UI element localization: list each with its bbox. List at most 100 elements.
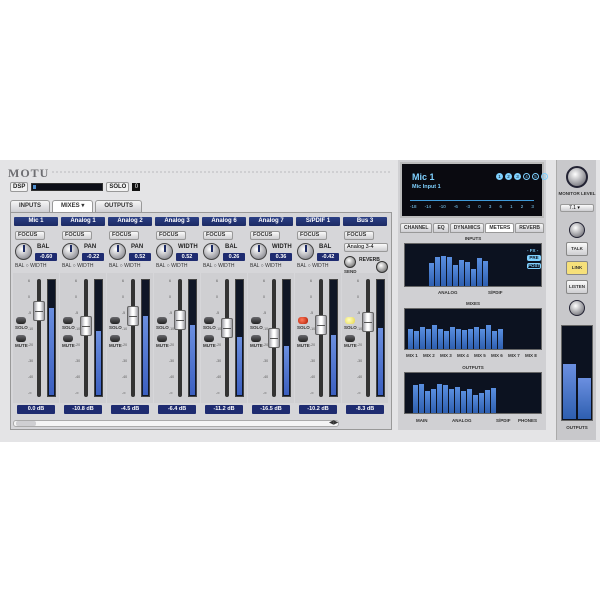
fader-db-value[interactable]: -10.8 dB — [64, 405, 102, 414]
lcd-mix-button[interactable]: 6 — [541, 173, 548, 180]
talkback-knob[interactable] — [569, 222, 585, 238]
radio-width[interactable]: WIDTH — [30, 263, 46, 269]
focus-button[interactable]: FOCUS — [250, 231, 280, 240]
radio-width[interactable]: WIDTH — [265, 263, 281, 269]
fader-handle[interactable] — [174, 310, 186, 331]
fader-db-value[interactable]: -6.4 dB — [158, 405, 196, 414]
fader-handle[interactable] — [268, 328, 280, 348]
solo-button[interactable] — [298, 317, 308, 324]
knob-value[interactable]: 0.52 — [129, 253, 151, 261]
solo-button[interactable] — [204, 317, 214, 324]
knob-value[interactable]: -0.22 — [82, 253, 104, 261]
fader-db-value[interactable]: -10.2 dB — [299, 405, 337, 414]
radio-width[interactable]: WIDTH — [124, 263, 140, 269]
solo-button[interactable] — [157, 317, 167, 324]
channel-name[interactable]: Mic 1 — [14, 217, 58, 226]
mute-button[interactable] — [298, 335, 308, 342]
bus-source-select[interactable]: Analog 3-4 — [344, 243, 388, 252]
knob-value[interactable]: 0.52 — [176, 253, 198, 261]
tab-meters[interactable]: METERS — [485, 223, 515, 233]
bal-width-radios[interactable]: BAL ○ WIDTH — [62, 263, 93, 269]
fader-db-value[interactable]: -11.2 dB — [205, 405, 243, 414]
fader-handle[interactable] — [33, 300, 45, 321]
pan-knob[interactable] — [62, 243, 79, 260]
fader-db-value[interactable]: -4.5 dB — [111, 405, 149, 414]
lcd-mix-button[interactable]: 1 — [496, 173, 503, 180]
solo-indicator[interactable]: 0 — [132, 183, 141, 191]
bal-width-radios[interactable]: BAL ○ WIDTH — [250, 263, 281, 269]
focus-button[interactable]: FOCUS — [62, 231, 92, 240]
radio-width[interactable]: WIDTH — [312, 263, 328, 269]
monitor-format-select[interactable]: 7.1 ▾ — [560, 204, 594, 212]
pan-knob[interactable] — [203, 243, 220, 260]
radio-bal[interactable]: BAL — [62, 263, 71, 269]
scrollbar-thumb[interactable] — [16, 421, 36, 426]
link-button[interactable]: LINK — [566, 261, 588, 275]
fx-pre-button[interactable]: PRE — [527, 255, 541, 261]
radio-bal[interactable]: BAL — [109, 263, 118, 269]
bal-width-radios[interactable]: BAL ○ WIDTH — [156, 263, 187, 269]
fader-db-value[interactable]: -8.3 dB — [346, 405, 384, 414]
fader-db-value[interactable]: 0.0 dB — [17, 405, 55, 414]
lcd-mix-button[interactable]: 2 — [505, 173, 512, 180]
focus-button[interactable]: FOCUS — [203, 231, 233, 240]
mute-button[interactable] — [110, 335, 120, 342]
horizontal-scrollbar[interactable] — [13, 420, 339, 427]
radio-bal[interactable]: BAL — [203, 263, 212, 269]
fader-db-value[interactable]: -16.5 dB — [252, 405, 290, 414]
knob-value[interactable]: -0.60 — [35, 253, 57, 261]
lcd-mix-button[interactable]: 5 — [532, 173, 539, 180]
channel-name[interactable]: Analog 1 — [61, 217, 105, 226]
radio-bal[interactable]: BAL — [297, 263, 306, 269]
scroll-arrows[interactable]: ◀▶ — [329, 419, 338, 426]
fader-handle[interactable] — [80, 316, 92, 337]
solo-button[interactable] — [251, 317, 261, 324]
solo-button[interactable] — [16, 317, 26, 324]
listen-button[interactable]: LISTEN — [566, 280, 588, 294]
bal-width-radios[interactable]: BAL ○ WIDTH — [297, 263, 328, 269]
mute-button[interactable] — [157, 335, 167, 342]
pan-knob[interactable] — [156, 243, 173, 260]
bal-width-radios[interactable]: BAL ○ WIDTH — [15, 263, 46, 269]
mute-button[interactable] — [16, 335, 26, 342]
mute-button[interactable] — [204, 335, 214, 342]
tab-reverb[interactable]: REVERB — [515, 223, 545, 233]
channel-name[interactable]: Bus 3 — [343, 217, 387, 226]
tab-dynamics[interactable]: DYNAMICS — [449, 223, 485, 233]
pan-knob[interactable] — [297, 243, 314, 260]
focus-button[interactable]: FOCUS — [109, 231, 139, 240]
send-knob[interactable] — [344, 256, 356, 268]
knob-value[interactable]: -0.42 — [317, 253, 339, 261]
channel-name[interactable]: Analog 7 — [249, 217, 293, 226]
channel-name[interactable]: Analog 2 — [108, 217, 152, 226]
radio-bal[interactable]: BAL — [15, 263, 24, 269]
pan-knob[interactable] — [15, 243, 32, 260]
tab-eq[interactable]: EQ — [433, 223, 449, 233]
fader-handle[interactable] — [127, 306, 139, 327]
bal-width-radios[interactable]: BAL ○ WIDTH — [203, 263, 234, 269]
channel-name[interactable]: Analog 3 — [155, 217, 199, 226]
pan-knob[interactable] — [250, 243, 267, 260]
focus-button[interactable]: FOCUS — [344, 231, 374, 240]
focus-button[interactable]: FOCUS — [15, 231, 45, 240]
radio-width[interactable]: WIDTH — [171, 263, 187, 269]
tab-channel[interactable]: CHANNEL — [400, 223, 433, 233]
pan-knob[interactable] — [109, 243, 126, 260]
return-knob[interactable] — [376, 261, 388, 273]
channel-name[interactable]: Analog 6 — [202, 217, 246, 226]
lcd-mix-button[interactable]: 4 — [523, 173, 530, 180]
tab-inputs[interactable]: INPUTS — [10, 200, 51, 212]
solo-button[interactable] — [110, 317, 120, 324]
radio-width[interactable]: WIDTH — [77, 263, 93, 269]
tab-mixes[interactable]: MIXES ▾ — [52, 200, 94, 212]
radio-bal[interactable]: BAL — [156, 263, 165, 269]
monitor-level-knob[interactable] — [566, 166, 588, 188]
focus-button[interactable]: FOCUS — [156, 231, 186, 240]
focus-button[interactable]: FOCUS — [297, 231, 327, 240]
radio-bal[interactable]: BAL — [250, 263, 259, 269]
knob-value[interactable]: 0.36 — [270, 253, 292, 261]
fader-handle[interactable] — [362, 312, 374, 333]
talk-button[interactable]: TALK — [566, 242, 588, 256]
knob-value[interactable]: 0.26 — [223, 253, 245, 261]
solo-button[interactable] — [345, 317, 355, 324]
